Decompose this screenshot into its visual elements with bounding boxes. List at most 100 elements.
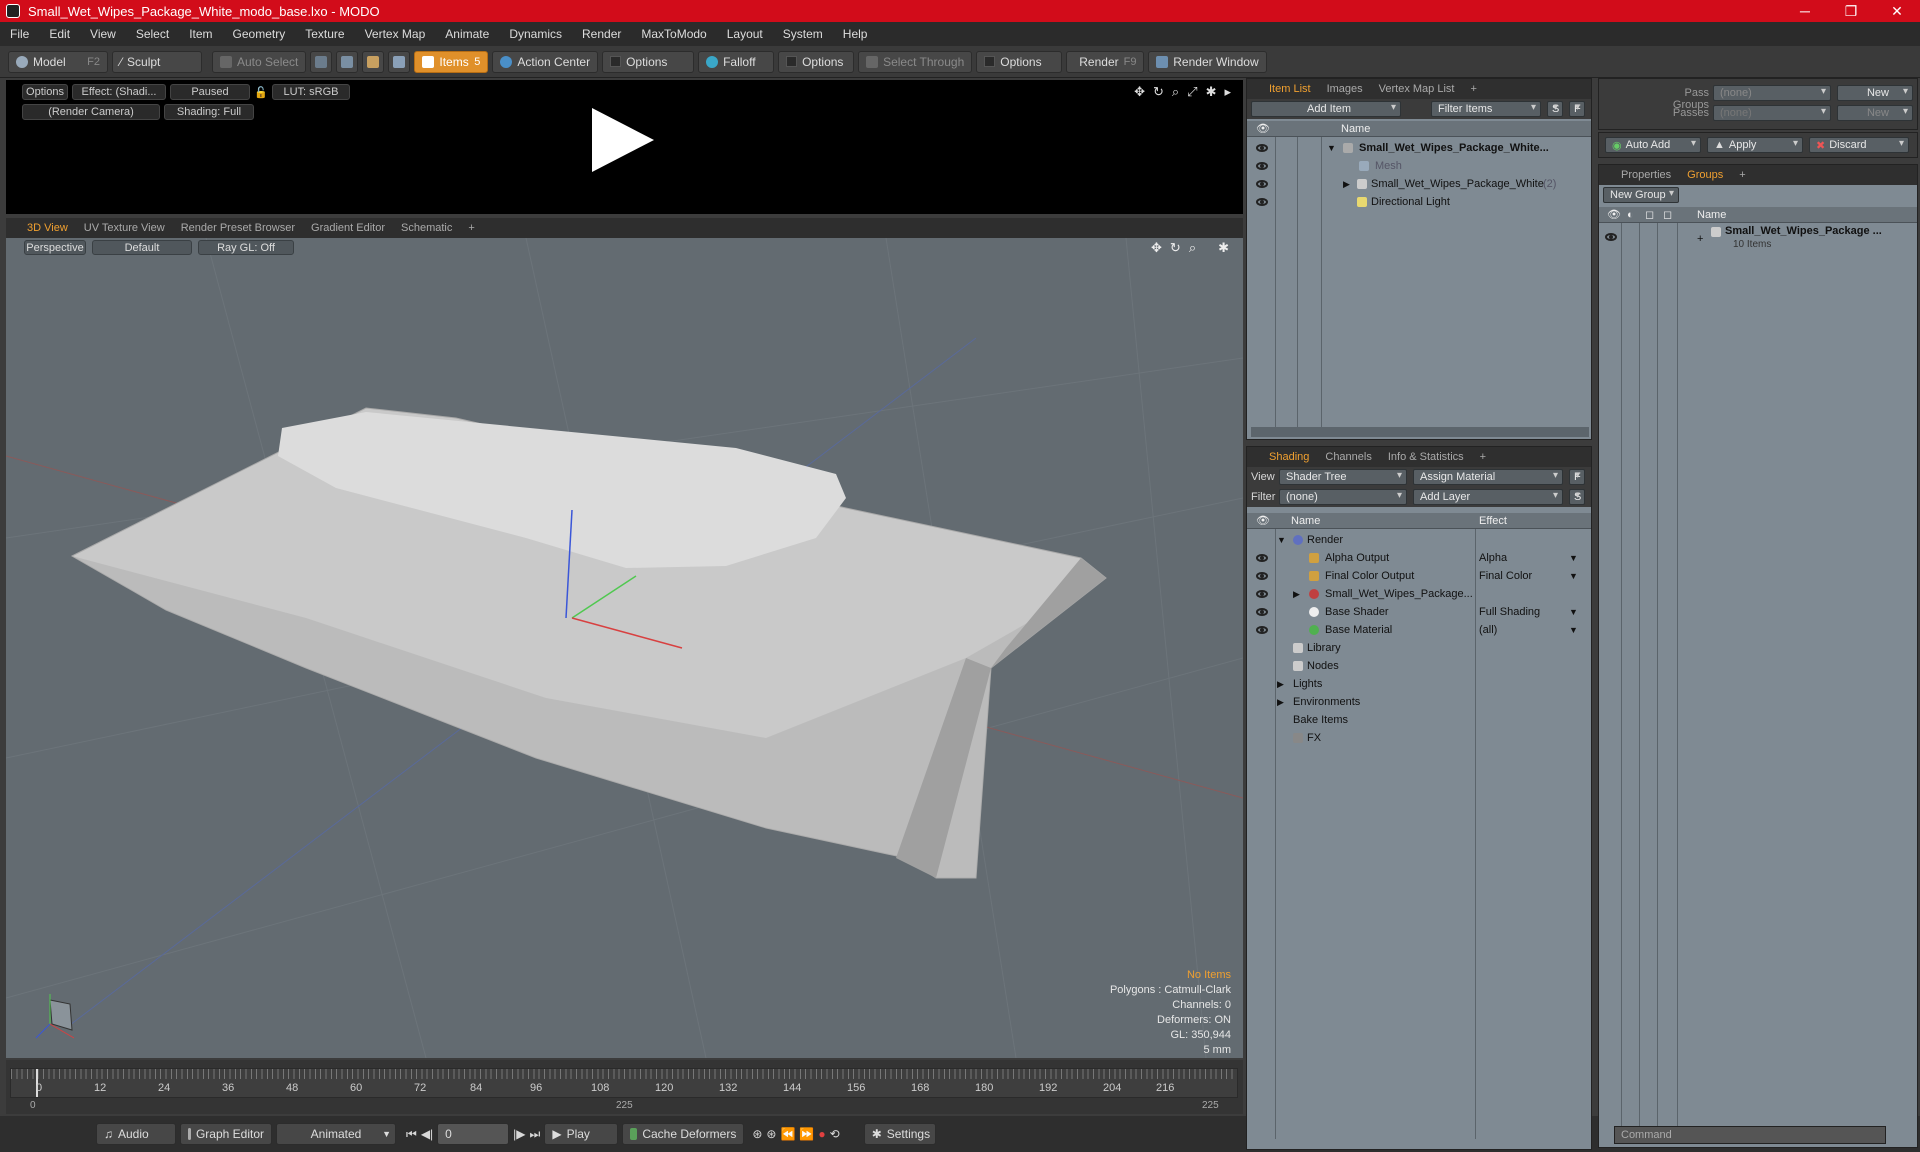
falloff-options-button[interactable]: Options xyxy=(778,50,855,73)
menu-render[interactable]: Render xyxy=(572,27,631,41)
visibility-eye-icon[interactable] xyxy=(1256,144,1268,152)
menu-edit[interactable]: Edit xyxy=(39,27,80,41)
chevron-down-icon[interactable]: ▼ xyxy=(1569,625,1578,635)
command-input[interactable]: Command xyxy=(1614,1126,1886,1144)
shader-row-base-shader[interactable]: Base Shader Full Shading ▼ xyxy=(1247,603,1578,621)
visibility-eye-icon[interactable] xyxy=(1256,590,1268,598)
tab-gradient-editor[interactable]: Gradient Editor xyxy=(304,218,392,238)
loop-icon[interactable]: ⟲ xyxy=(830,1127,840,1141)
default-style-dropdown[interactable]: Default xyxy=(92,240,192,255)
item-row[interactable]: Directional Light xyxy=(1247,193,1577,211)
play-preview-icon[interactable] xyxy=(592,108,654,172)
next-key-icon[interactable]: |▶ xyxy=(513,1127,525,1141)
add-layer-dropdown[interactable]: Add Layer xyxy=(1413,489,1563,505)
expand-arrow-icon[interactable]: ▼ xyxy=(1327,143,1336,153)
menu-file[interactable]: File xyxy=(0,27,39,41)
record-icon[interactable]: ● xyxy=(818,1127,825,1141)
last-frame-icon[interactable]: ⏭ xyxy=(530,1127,541,1142)
preview-lock-icon[interactable]: 🔓 xyxy=(254,84,268,100)
add-item-dropdown[interactable]: Add Item xyxy=(1251,101,1401,117)
preview-shading-dropdown[interactable]: Shading: Full xyxy=(164,104,254,120)
item-row[interactable]: ▼ Small_Wet_Wipes_Package_White... xyxy=(1247,139,1577,157)
maximize-icon[interactable]: ⤢ xyxy=(1187,84,1197,100)
close-icon[interactable]: ✕ xyxy=(1874,0,1920,22)
visibility-eye-icon[interactable] xyxy=(1256,626,1268,634)
current-frame-field[interactable]: 0 xyxy=(437,1123,510,1145)
expand-arrow-icon[interactable]: ▶ xyxy=(1343,179,1350,190)
shader-row-final-color[interactable]: Final Color Output Final Color ▼ xyxy=(1247,567,1578,585)
tab-info-statistics[interactable]: Info & Statistics xyxy=(1380,447,1472,467)
audio-button[interactable]: ♫ Audio xyxy=(96,1123,176,1145)
step-back-icon[interactable]: ⏪ xyxy=(780,1127,795,1141)
tab-uv-texture-view[interactable]: UV Texture View xyxy=(77,218,172,238)
menu-animate[interactable]: Animate xyxy=(435,27,499,41)
menu-item[interactable]: Item xyxy=(179,27,222,41)
preview-lut-dropdown[interactable]: LUT: sRGB xyxy=(272,84,350,100)
tab-schematic[interactable]: Schematic xyxy=(394,218,459,238)
timeline[interactable]: 0 12 24 36 48 60 72 84 96 108 120 132 14… xyxy=(6,1060,1243,1114)
shading-f-button[interactable]: F xyxy=(1569,469,1585,485)
preview-options-button[interactable]: Options xyxy=(22,84,68,100)
shader-row-material-group[interactable]: ▶ Small_Wet_Wipes_Package... xyxy=(1247,585,1577,603)
render-button[interactable]: Render F9 xyxy=(1066,50,1145,73)
edges-mode-button[interactable] xyxy=(336,50,359,73)
polygons-mode-button[interactable] xyxy=(362,50,385,73)
pass-groups-dropdown[interactable]: (none) xyxy=(1713,85,1831,101)
add-tab-button[interactable]: + xyxy=(461,218,481,238)
visibility-eye-icon[interactable] xyxy=(1605,233,1617,241)
menu-select[interactable]: Select xyxy=(126,27,179,41)
vertices-mode-button[interactable] xyxy=(310,50,333,73)
menu-help[interactable]: Help xyxy=(833,27,878,41)
render-preview[interactable]: Options Effect: (Shadi... Paused 🔓 LUT: … xyxy=(6,80,1243,214)
shader-row-base-material[interactable]: Base Material (all) ▼ xyxy=(1247,621,1578,639)
menu-vertex-map[interactable]: Vertex Map xyxy=(355,27,436,41)
arrow-right-icon[interactable]: ▸ xyxy=(1224,84,1231,100)
shader-row-alpha-output[interactable]: Alpha Output Alpha ▼ xyxy=(1247,549,1578,567)
expand-arrow-icon[interactable]: ▶ xyxy=(1293,589,1300,600)
previous-key-icon[interactable]: ◀| xyxy=(421,1127,433,1141)
visibility-eye-icon[interactable] xyxy=(1256,162,1268,170)
action-center-button[interactable]: Action Center xyxy=(492,50,599,73)
render-window-button[interactable]: Render Window xyxy=(1148,50,1267,73)
restore-icon[interactable]: ❐ xyxy=(1828,0,1874,22)
settings-button[interactable]: ✱ Settings xyxy=(863,1123,936,1145)
raygl-dropdown[interactable]: Ray GL: Off xyxy=(198,240,294,255)
first-frame-icon[interactable]: ⏮ xyxy=(406,1127,417,1142)
menu-dynamics[interactable]: Dynamics xyxy=(499,27,572,41)
expand-arrow-icon[interactable]: ▶ xyxy=(1277,697,1284,708)
tab-item-list[interactable]: Item List xyxy=(1261,79,1319,99)
shading-s-button[interactable]: S xyxy=(1569,489,1585,505)
item-list-f-button[interactable]: F xyxy=(1569,101,1585,117)
tab-vertex-map-list[interactable]: Vertex Map List xyxy=(1371,79,1463,99)
menu-view[interactable]: View xyxy=(80,27,126,41)
visibility-eye-icon[interactable] xyxy=(1256,180,1268,188)
expand-plus-icon[interactable]: + xyxy=(1697,233,1703,245)
menu-system[interactable]: System xyxy=(773,27,833,41)
shader-row-fx[interactable]: FX xyxy=(1247,729,1577,747)
rotate-icon[interactable]: ↻ xyxy=(1153,84,1164,100)
animated-dropdown[interactable]: Animated ▼ xyxy=(276,1123,396,1145)
add-tab-button[interactable]: + xyxy=(1462,79,1484,99)
pan-icon[interactable]: ✥ xyxy=(1134,84,1145,100)
add-tab-button[interactable]: + xyxy=(1472,447,1494,467)
tab-3d-view[interactable]: 3D View xyxy=(20,218,75,238)
viewport-gear-icon[interactable]: ✱ xyxy=(1218,240,1229,256)
shader-row-library[interactable]: Library xyxy=(1247,639,1577,657)
shader-row-environments[interactable]: ▶ Environments xyxy=(1247,693,1577,711)
chevron-down-icon[interactable]: ▼ xyxy=(1569,571,1578,581)
select-options-button[interactable]: Options xyxy=(976,50,1063,73)
perspective-dropdown[interactable]: Perspective xyxy=(24,240,86,255)
expand-arrow-icon[interactable]: ▼ xyxy=(1277,535,1286,545)
chevron-down-icon[interactable]: ▼ xyxy=(1569,607,1578,617)
zoom-icon[interactable]: ⌕ xyxy=(1172,84,1179,100)
item-row[interactable]: ▶ Small_Wet_Wipes_Package_White (2) xyxy=(1247,175,1577,193)
play-button[interactable]: ▶ Play xyxy=(544,1123,619,1145)
chevron-down-icon[interactable]: ▼ xyxy=(1569,553,1578,563)
item-row[interactable]: Mesh xyxy=(1247,157,1577,175)
auto-add-button[interactable]: ◉ Auto Add xyxy=(1605,137,1701,153)
step-icon[interactable]: ⏩ xyxy=(799,1127,814,1141)
visibility-eye-icon[interactable] xyxy=(1256,572,1268,580)
auto-select-button[interactable]: Auto Select xyxy=(212,50,307,73)
new-pass-group-button[interactable]: New xyxy=(1837,85,1913,101)
shader-filter-dropdown[interactable]: (none) xyxy=(1279,489,1407,505)
